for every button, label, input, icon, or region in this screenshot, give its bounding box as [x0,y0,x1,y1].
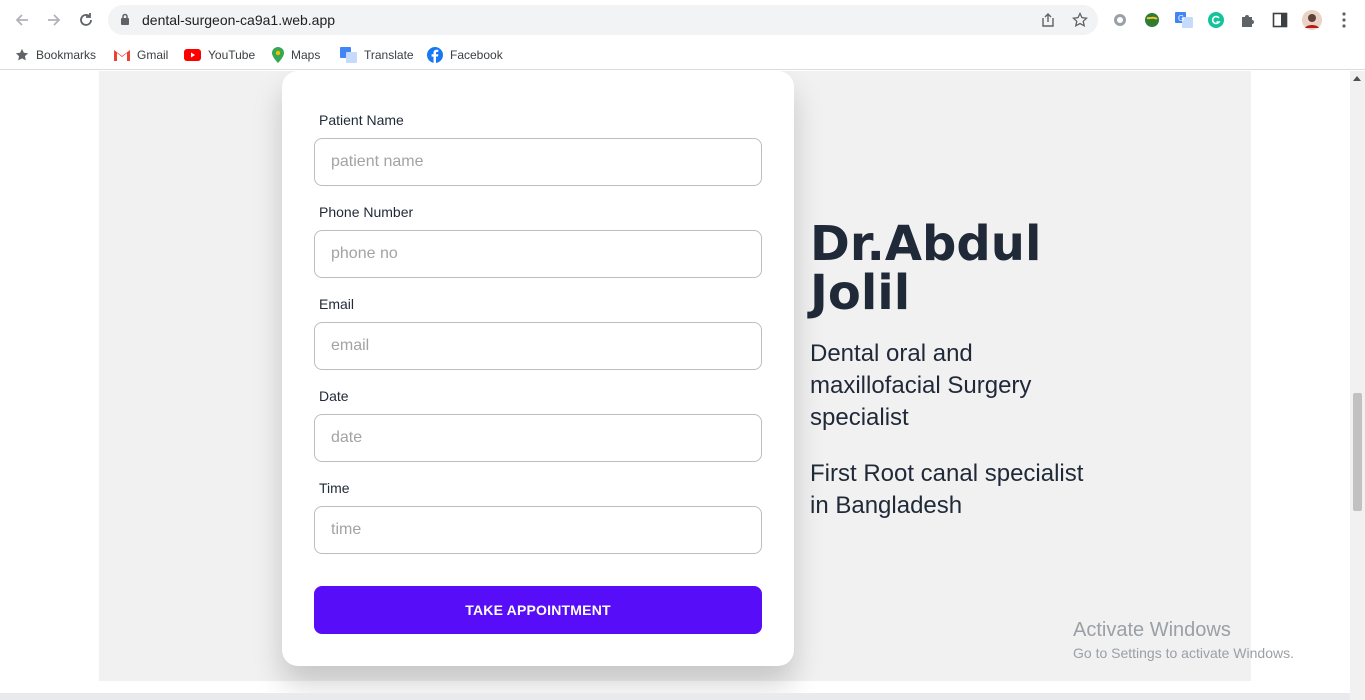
grammarly-icon[interactable] [1206,10,1226,30]
bookmark-label: Facebook [450,48,503,62]
take-appointment-button[interactable]: TAKE APPOINTMENT [314,586,762,634]
doctor-tagline: First Root canal specialist in Banglades… [810,460,1084,519]
phone-number-label: Phone Number [319,204,414,220]
activate-windows-title: Activate Windows [1073,619,1231,641]
side-panel-icon[interactable] [1270,10,1290,30]
scroll-up-arrow-icon[interactable] [1353,76,1361,81]
activate-windows-subtitle: Go to Settings to activate Windows. [1073,645,1294,661]
bookmark-label: YouTube [208,48,256,62]
doctor-name-heading: Dr.Abdul Jolil [810,220,1041,318]
bookmark-gmail[interactable]: Gmail [114,44,168,66]
page-scrollbar[interactable] [1350,71,1365,700]
doctor-specialty: Dental oral and maxillofacial Surgery sp… [810,340,1032,431]
arrow-right-icon [48,14,61,26]
reload-icon [80,13,92,26]
share-icon[interactable] [1040,12,1056,28]
email-label: Email [319,296,355,312]
doctor-name-line2: Jolil [810,265,911,321]
date-label: Date [319,388,349,404]
star-icon [15,48,29,61]
bookmark-label: Maps [291,48,321,62]
time-input[interactable] [314,506,762,554]
bookmark-bookmarks[interactable]: Bookmarks [15,44,96,66]
reload-button[interactable] [74,8,98,32]
bookmark-label: Translate [364,48,414,62]
page-viewport: Patient Name Phone Number Email Date Tim… [0,71,1350,700]
bookmarks-bar: Bookmarks Gmail YouTube Maps Translate F… [0,40,1365,70]
bookmark-label: Bookmarks [36,48,97,62]
facebook-icon [427,47,443,63]
bookmark-label: Gmail [137,48,169,62]
extension-globe-icon[interactable] [1142,10,1162,30]
bookmark-youtube[interactable]: YouTube [184,44,255,66]
gmail-icon [114,50,130,61]
menu-kebab-icon[interactable] [1334,10,1354,30]
time-label: Time [319,480,350,496]
youtube-icon [184,49,201,61]
star-bookmark-icon[interactable] [1072,12,1088,28]
address-bar[interactable]: dental-surgeon-ca9a1.web.app [108,5,1098,35]
patient-name-label: Patient Name [319,112,404,128]
phone-number-input[interactable] [314,230,762,278]
extensions-puzzle-icon[interactable] [1238,10,1258,30]
patient-name-input[interactable] [314,138,762,186]
browser-toolbar: dental-surgeon-ca9a1.web.app G [0,0,1365,40]
svg-text:G: G [1178,14,1184,23]
arrow-left-icon [15,14,28,26]
scroll-thumb[interactable] [1353,393,1362,511]
bookmark-facebook[interactable]: Facebook [427,44,503,66]
date-input[interactable] [314,414,762,462]
bookmark-maps[interactable]: Maps [272,44,320,66]
maps-icon [272,47,284,63]
url-text: dental-surgeon-ca9a1.web.app [142,12,336,28]
translate-icon [340,47,357,63]
doctor-name-line1: Dr.Abdul [810,216,1042,272]
extension-translate-icon[interactable]: G [1174,10,1194,30]
bottom-edge-strip [0,693,1350,700]
email-input[interactable] [314,322,762,370]
bookmark-translate[interactable]: Translate [340,44,414,66]
lock-icon [121,13,129,25]
appointment-form: Patient Name Phone Number Email Date Tim… [282,71,794,666]
forward-button[interactable] [42,8,66,32]
extension-gear-icon[interactable] [1110,10,1130,30]
profile-avatar[interactable] [1302,10,1322,30]
back-button[interactable] [10,8,34,32]
